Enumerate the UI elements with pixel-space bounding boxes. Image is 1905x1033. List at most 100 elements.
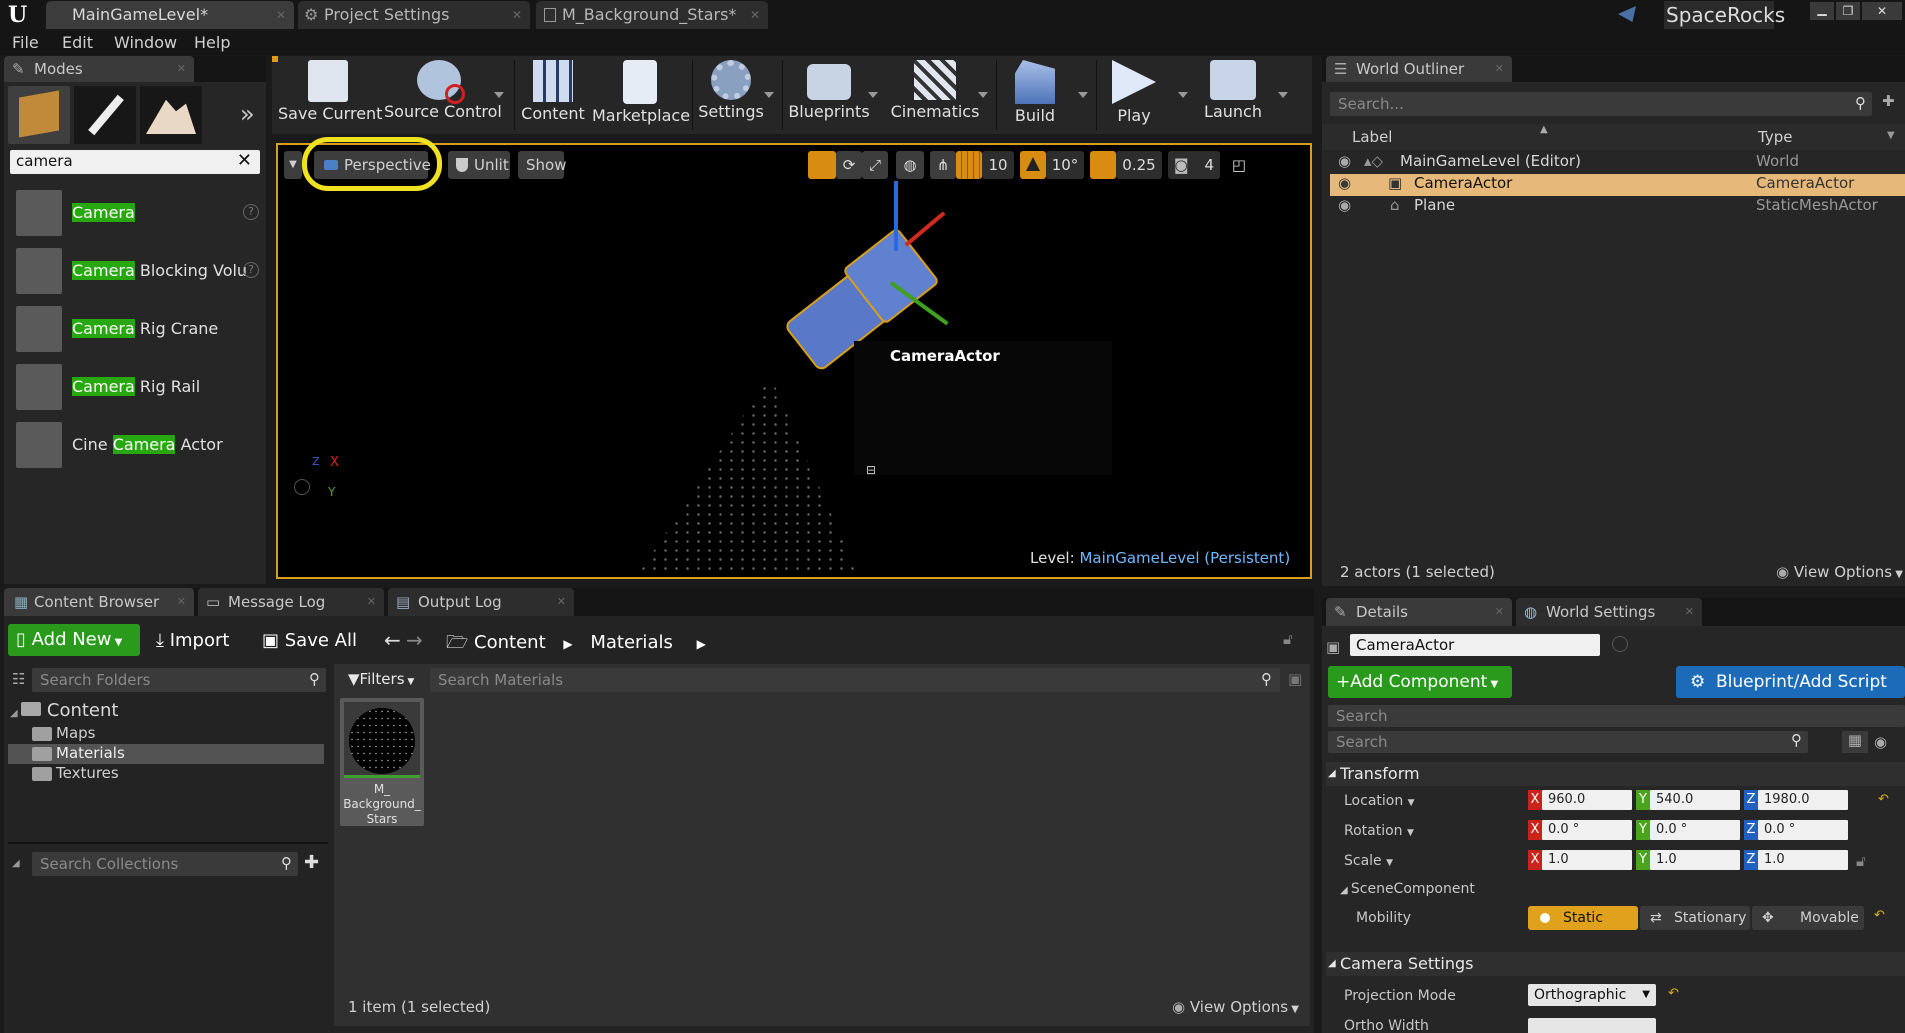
filters-button[interactable]: ▼Filters ▼ bbox=[348, 670, 414, 688]
reset-arrow-icon[interactable]: ↶ bbox=[1878, 792, 1889, 807]
rotation-y-field[interactable]: 0.0 ° bbox=[1650, 820, 1740, 840]
tab-world-outliner[interactable]: ☰ World Outliner ✕ bbox=[1326, 56, 1512, 82]
mobility-stationary-button[interactable]: ⇄ Stationary bbox=[1640, 906, 1750, 930]
modes-search-input[interactable]: camera ✕ bbox=[10, 150, 260, 174]
outliner-search-input[interactable]: Search... ⚲ bbox=[1330, 92, 1872, 116]
component-search-input[interactable]: Search bbox=[1328, 705, 1905, 727]
rotate-mode-icon[interactable]: ⟳ bbox=[836, 151, 862, 179]
location-y-field[interactable]: 540.0 bbox=[1650, 790, 1740, 810]
visibility-icon[interactable]: ◉ bbox=[1338, 152, 1351, 170]
breadcrumb-materials[interactable]: Materials bbox=[590, 632, 673, 653]
build-button[interactable]: Build bbox=[1000, 58, 1070, 130]
visibility-icon[interactable]: ◉ bbox=[1338, 174, 1351, 192]
tree-item-materials[interactable]: Materials bbox=[32, 744, 125, 762]
mode-paint-button[interactable] bbox=[74, 86, 136, 144]
scene-component-row[interactable]: ◢ SceneComponent bbox=[1340, 881, 1475, 897]
tab-output-log[interactable]: ▤ Output Log ✕ bbox=[388, 588, 574, 616]
scale-lock-icon[interactable]: 🔓︎ bbox=[1856, 852, 1866, 870]
rotation-x-field[interactable]: 0.0 ° bbox=[1542, 820, 1632, 840]
settings-dropdown-icon[interactable] bbox=[764, 92, 774, 98]
save-search-icon[interactable]: ▣ bbox=[1288, 670, 1302, 688]
settings-button[interactable]: Settings bbox=[696, 58, 766, 130]
cinematics-button[interactable]: Cinematics bbox=[886, 58, 984, 130]
reset-arrow-icon[interactable]: ↶ bbox=[1874, 908, 1885, 923]
outliner-row-camera-actor[interactable]: ◉ ▣ CameraActor CameraActor bbox=[1330, 174, 1905, 196]
close-window-button[interactable]: ✕ bbox=[1862, 2, 1902, 20]
close-icon[interactable]: ✕ bbox=[1495, 56, 1504, 82]
tab-material[interactable]: M_Background_Stars* ✕ bbox=[536, 1, 768, 29]
list-item[interactable]: Camera Rig Crane bbox=[16, 306, 266, 352]
search-icon[interactable]: ⚲ bbox=[1791, 729, 1802, 751]
import-button[interactable]: ⤓ Import bbox=[156, 630, 229, 651]
maximize-button[interactable]: ❐ bbox=[1836, 2, 1860, 20]
menu-window[interactable]: Window bbox=[114, 33, 177, 52]
asset-view-options[interactable]: ◉ View Options ▼ bbox=[1172, 998, 1299, 1016]
add-collection-icon[interactable]: ✚ bbox=[304, 852, 319, 873]
location-z-field[interactable]: 1980.0 bbox=[1758, 790, 1848, 810]
tab-world-settings[interactable]: ◍ World Settings ✕ bbox=[1516, 598, 1702, 626]
tab-message-log[interactable]: ▭ Message Log ✕ bbox=[198, 588, 384, 616]
save-current-button[interactable]: Save Current bbox=[278, 58, 382, 130]
tab-content-browser[interactable]: ▦ Content Browser ✕ bbox=[4, 588, 194, 616]
chevron-down-icon[interactable]: ▼ bbox=[1887, 130, 1895, 141]
ortho-width-field[interactable] bbox=[1528, 1018, 1656, 1033]
search-icon[interactable]: ⚲ bbox=[281, 851, 292, 875]
search-collections-input[interactable]: Search Collections ⚲ bbox=[32, 852, 298, 876]
build-dropdown-icon[interactable] bbox=[1078, 92, 1088, 98]
blueprint-add-script-button[interactable]: ⚙ Blueprint/Add Script bbox=[1676, 666, 1905, 698]
details-eye-icon[interactable]: ◉ bbox=[1874, 733, 1887, 751]
close-icon[interactable]: ✕ bbox=[1495, 598, 1504, 626]
clear-search-icon[interactable]: ✕ bbox=[237, 150, 252, 171]
marketplace-button[interactable]: Marketplace bbox=[592, 58, 690, 130]
tree-item-maps[interactable]: Maps bbox=[32, 724, 95, 742]
rotation-z-field[interactable]: 0.0 ° bbox=[1758, 820, 1848, 840]
visibility-icon[interactable]: ◉ bbox=[1338, 196, 1351, 214]
reset-arrow-icon[interactable]: ↶ bbox=[1668, 986, 1679, 1001]
tab-project-settings[interactable]: ⚙ Project Settings ✕ bbox=[298, 1, 530, 29]
mode-landscape-button[interactable] bbox=[140, 86, 202, 144]
search-icon[interactable]: ⚲ bbox=[1261, 667, 1272, 691]
scale-snap-icon[interactable] bbox=[1090, 151, 1116, 179]
play-button[interactable]: Play bbox=[1100, 58, 1168, 130]
close-icon[interactable]: ✕ bbox=[557, 588, 566, 616]
viewport-options-button[interactable]: ▼ bbox=[284, 151, 302, 179]
actor-name-field[interactable]: CameraActor bbox=[1350, 634, 1600, 656]
close-icon[interactable]: ✕ bbox=[367, 588, 376, 616]
help-icon[interactable]: ? bbox=[243, 262, 259, 278]
launch-dropdown-icon[interactable] bbox=[1278, 92, 1288, 98]
scale-label[interactable]: Scale ▼ bbox=[1344, 853, 1393, 869]
source-control-icon[interactable] bbox=[1618, 6, 1636, 22]
maximize-viewport-icon[interactable]: ◰ bbox=[1228, 151, 1250, 179]
breadcrumb-content[interactable]: Content bbox=[474, 632, 546, 653]
breadcrumb-separator-icon[interactable]: ▶ bbox=[563, 637, 572, 651]
list-item[interactable]: Camera? bbox=[16, 190, 266, 236]
mobility-movable-button[interactable]: ✥ Movable bbox=[1752, 906, 1864, 930]
menu-help[interactable]: Help bbox=[194, 33, 230, 52]
help-icon[interactable] bbox=[1612, 636, 1628, 652]
close-icon[interactable]: ✕ bbox=[750, 1, 760, 29]
source-control-button[interactable]: Source Control bbox=[384, 58, 502, 130]
breadcrumb-separator-icon[interactable]: ▶ bbox=[697, 637, 706, 651]
lock-icon[interactable]: 🔓︎ bbox=[1283, 630, 1293, 648]
surface-snap-icon[interactable]: ⋔ bbox=[930, 151, 956, 179]
asset-tile-m-background-stars[interactable]: M_ Background_ Stars bbox=[340, 698, 424, 826]
close-icon[interactable]: ✕ bbox=[1685, 598, 1694, 626]
list-item[interactable]: Cine Camera Actor bbox=[16, 422, 266, 468]
add-actor-icon[interactable]: ✚ bbox=[1882, 92, 1895, 110]
tree-item-textures[interactable]: Textures bbox=[32, 764, 119, 782]
launch-button[interactable]: Launch bbox=[1196, 58, 1270, 130]
grid-snap-icon[interactable] bbox=[956, 151, 982, 179]
gizmo-z-arrow[interactable] bbox=[894, 181, 898, 251]
scale-x-field[interactable]: 1.0 bbox=[1542, 850, 1632, 870]
list-item[interactable]: Camera Blocking Volu? bbox=[16, 248, 266, 294]
tab-main-game-level[interactable]: MainGameLevel* ✕ bbox=[46, 1, 294, 29]
col-label[interactable]: Label bbox=[1352, 128, 1392, 146]
unlit-button[interactable]: Unlit bbox=[448, 151, 510, 179]
gizmo-x-arrow[interactable] bbox=[904, 211, 946, 247]
transform-header[interactable]: ◢ Transform bbox=[1326, 762, 1905, 786]
menu-file[interactable]: File bbox=[12, 33, 39, 52]
translate-mode-icon[interactable] bbox=[808, 151, 836, 179]
scale-y-field[interactable]: 1.0 bbox=[1650, 850, 1740, 870]
sources-panel-icon[interactable]: ☷ bbox=[12, 670, 25, 688]
forward-arrow-icon[interactable]: → bbox=[406, 628, 423, 652]
